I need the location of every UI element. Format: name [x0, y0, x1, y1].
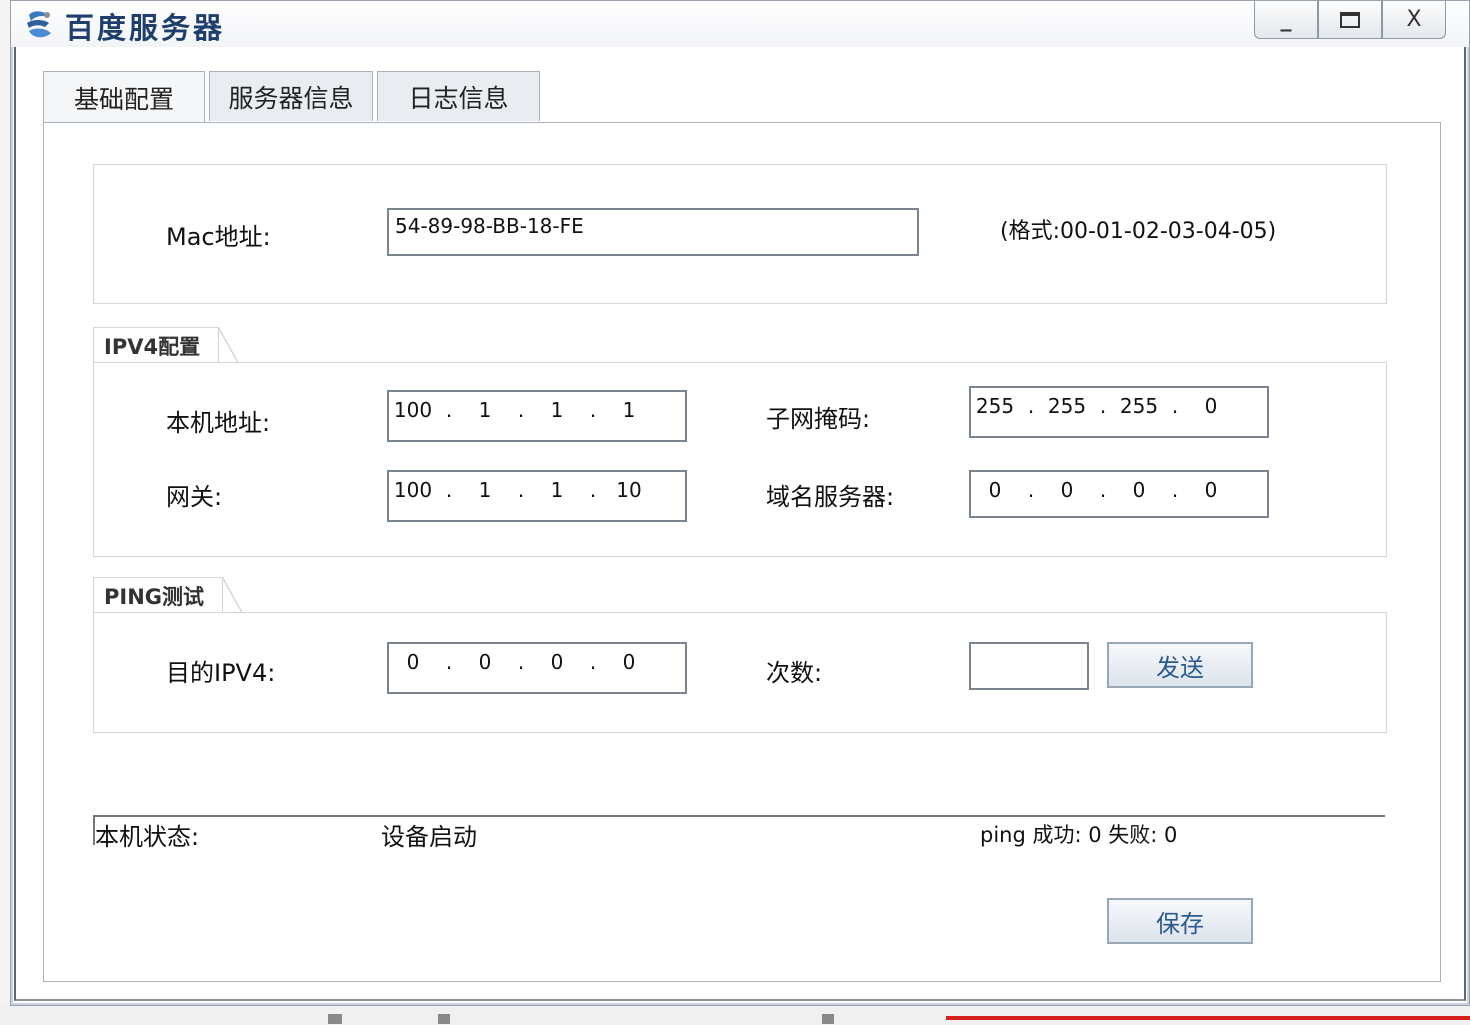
ip-dot: .	[589, 650, 597, 674]
subnet-mask-label: 子网掩码:	[766, 405, 871, 433]
ping-target-label: 目的IPV4:	[166, 659, 276, 687]
send-button[interactable]: 发送	[1107, 642, 1253, 688]
ping-count-label: 次数:	[766, 659, 823, 687]
ip-octet: 255	[1047, 394, 1087, 418]
ip-octet: 1	[478, 398, 492, 422]
ping-result-text: ping 成功: 0 失败: 0	[980, 823, 1178, 847]
ping-group-title: PING测试	[93, 577, 242, 613]
window-client-area: 基础配置 服务器信息 日志信息 Mac地址: 54-89-98-BB-18-FE…	[14, 47, 1466, 1001]
background-mark	[328, 1014, 342, 1024]
dns-input[interactable]: 0. 0. 0. 0	[969, 470, 1269, 518]
maximize-button[interactable]	[1318, 1, 1382, 39]
minimize-icon: _	[1280, 7, 1292, 32]
local-address-label: 本机地址:	[166, 409, 271, 437]
ip-dot: .	[1027, 394, 1035, 418]
mac-format-hint: (格式:00-01-02-03-04-05)	[1000, 219, 1277, 244]
ip-dot: .	[445, 398, 453, 422]
ip-dot: .	[517, 650, 525, 674]
ip-octet: 0	[1204, 478, 1218, 502]
maximize-icon	[1340, 11, 1360, 28]
close-icon: X	[1406, 7, 1422, 32]
title-bar[interactable]: 百度服务器 _ X	[11, 1, 1469, 47]
server-window: 百度服务器 _ X 基础配置 服务器信息 日志信息 Mac地址: 54-89-9…	[10, 0, 1470, 1006]
ip-dot: .	[1099, 394, 1107, 418]
ip-octet: 255	[975, 394, 1015, 418]
ip-dot: .	[1099, 478, 1107, 502]
tab-log-info[interactable]: 日志信息	[377, 71, 540, 121]
ip-octet: 1	[550, 478, 564, 502]
ip-octet: 0	[406, 650, 420, 674]
gateway-input[interactable]: 100. 1. 1. 10	[387, 470, 687, 522]
status-divider	[93, 815, 1385, 817]
ip-dot: .	[445, 478, 453, 502]
tab-server-info[interactable]: 服务器信息	[209, 71, 373, 121]
mac-address-input[interactable]: 54-89-98-BB-18-FE	[387, 208, 919, 256]
ip-octet: 10	[616, 478, 642, 502]
ip-octet: 0	[1060, 478, 1074, 502]
device-status-label: 本机状态:	[95, 823, 200, 851]
background-mark	[438, 1014, 450, 1024]
ip-octet: 1	[478, 478, 492, 502]
ipv4-group-title: IPV4配置	[93, 327, 238, 363]
subnet-mask-input[interactable]: 255. 255. 255. 0	[969, 386, 1269, 438]
local-address-input[interactable]: 100. 1. 1. 1	[387, 390, 687, 442]
ping-group: 目的IPV4: 0. 0. 0. 0 次数: 发送	[93, 612, 1387, 733]
ip-dot: .	[1171, 394, 1179, 418]
ip-dot: .	[445, 650, 453, 674]
tab-bar: 基础配置 服务器信息 日志信息	[43, 71, 544, 123]
gateway-label: 网关:	[166, 483, 223, 511]
tab-basic-config[interactable]: 基础配置	[43, 71, 205, 123]
ip-octet: 1	[622, 398, 636, 422]
close-button[interactable]: X	[1382, 1, 1446, 39]
ip-dot: .	[1027, 478, 1035, 502]
ping-count-input[interactable]	[969, 642, 1089, 690]
ip-octet: 0	[1204, 394, 1218, 418]
mac-label: Mac地址:	[166, 223, 271, 251]
ip-dot: .	[517, 398, 525, 422]
ip-octet: 0	[478, 650, 492, 674]
window-controls: _ X	[1254, 1, 1446, 41]
mac-group: Mac地址: 54-89-98-BB-18-FE (格式:00-01-02-03…	[93, 164, 1387, 304]
background-mark	[822, 1014, 834, 1024]
ipv4-group: 本机地址: 100. 1. 1. 1 子网掩码: 255. 255. 255. …	[93, 362, 1387, 557]
ip-octet: 1	[550, 398, 564, 422]
device-status-value: 设备启动	[381, 823, 477, 851]
ip-octet: 0	[550, 650, 564, 674]
ip-octet: 0	[622, 650, 636, 674]
ip-dot: .	[1171, 478, 1179, 502]
ip-dot: .	[589, 398, 597, 422]
dns-label: 域名服务器:	[766, 483, 895, 511]
background-red-line	[946, 1016, 1470, 1020]
ping-target-input[interactable]: 0. 0. 0. 0	[387, 642, 687, 694]
ip-octet: 255	[1119, 394, 1159, 418]
ip-octet: 100	[393, 478, 433, 502]
basic-config-panel: Mac地址: 54-89-98-BB-18-FE (格式:00-01-02-03…	[43, 122, 1441, 982]
minimize-button[interactable]: _	[1254, 1, 1318, 39]
background-app-bottom	[0, 1005, 1470, 1025]
ip-octet: 100	[393, 398, 433, 422]
save-button[interactable]: 保存	[1107, 898, 1253, 944]
window-title: 百度服务器	[65, 11, 226, 45]
ip-octet: 0	[1132, 478, 1146, 502]
ip-dot: .	[589, 478, 597, 502]
server-app-icon	[27, 11, 51, 38]
ip-dot: .	[517, 478, 525, 502]
ip-octet: 0	[988, 478, 1002, 502]
